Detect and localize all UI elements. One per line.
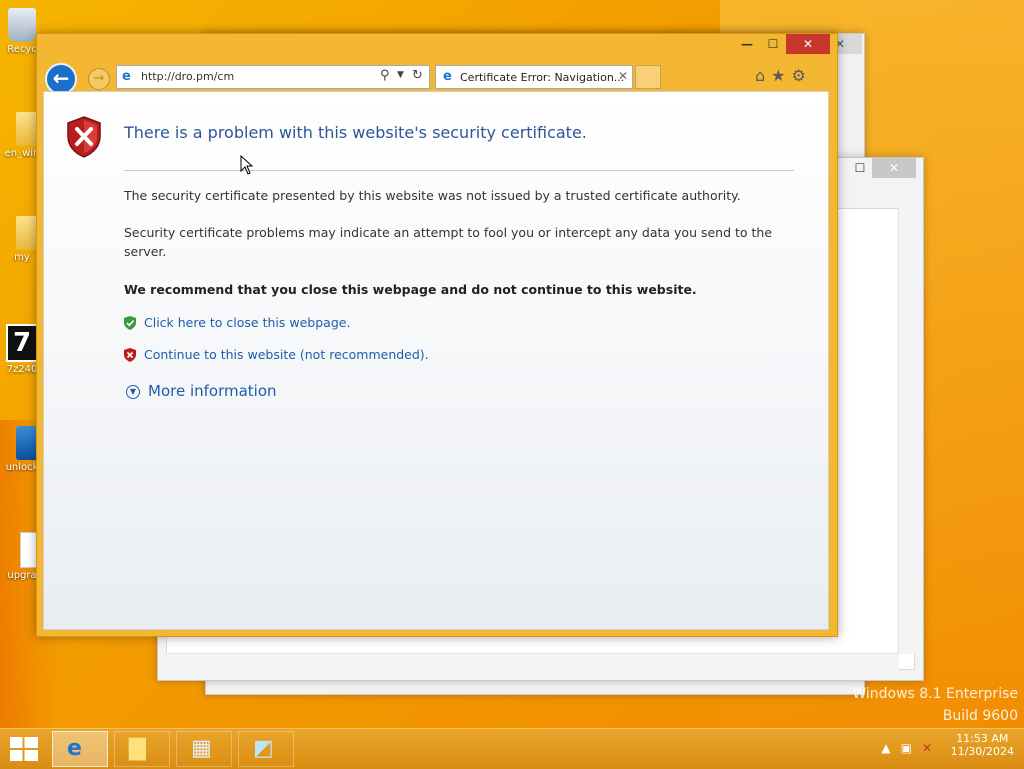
folder-icon: ▇ — [129, 736, 146, 761]
shield-error-small-icon — [124, 348, 136, 362]
more-information-toggle[interactable]: ▼ More information — [126, 382, 277, 400]
bg-window-1-vertical-scrollbar[interactable] — [898, 208, 915, 654]
settings-icon[interactable]: ⚙ — [792, 66, 806, 85]
watermark-edition: Windows 8.1 Enterprise — [852, 686, 1018, 702]
ie-tab-icon: e — [443, 69, 452, 84]
divider — [124, 170, 794, 171]
bg-window-1-close-button[interactable]: ✕ — [872, 158, 916, 178]
forward-icon[interactable]: → — [88, 68, 110, 90]
more-information-label: More information — [148, 382, 277, 400]
recycle-bin-icon — [8, 8, 36, 42]
7zip-icon: 7 — [6, 324, 38, 362]
chevron-down-icon[interactable]: ▼ — [397, 70, 404, 80]
watermark-build: Build 9600 — [942, 708, 1018, 724]
refresh-icon[interactable]: ↻ — [412, 68, 423, 83]
continue-website-link[interactable]: Continue to this website (not recommende… — [144, 347, 429, 362]
address-bar[interactable]: e http://dro.pm/cm ⚲ ▼ ↻ — [116, 65, 430, 89]
favorites-icon[interactable]: ★ — [771, 66, 785, 85]
page-content: There is a problem with this website's s… — [43, 91, 829, 630]
shield-check-icon — [124, 316, 136, 330]
home-icon[interactable]: ⌂ — [755, 66, 765, 85]
unlock-app-icon — [16, 426, 38, 460]
shield-error-icon — [67, 116, 101, 158]
taskbar-task-manager[interactable]: ▦ — [176, 731, 232, 767]
windows-start-icon[interactable] — [10, 737, 38, 761]
tab-close-icon[interactable]: ✕ — [618, 69, 628, 83]
taskbar-file-explorer[interactable]: ▇ — [114, 731, 170, 767]
system-tray-icons: ▲ ▣ ✕ — [871, 741, 932, 755]
tab-certificate-error[interactable]: e Certificate Error: Navigation... ✕ — [435, 65, 633, 89]
notepad-icon: ◩ — [253, 736, 274, 761]
clock-date: 11/30/2024 — [950, 745, 1014, 758]
ie-page-icon: e — [122, 69, 131, 84]
bg-window-1-horizontal-scrollbar[interactable] — [166, 653, 899, 670]
address-url[interactable]: http://dro.pm/cm — [141, 70, 234, 83]
internet-explorer-icon: e — [67, 736, 82, 761]
toolbar-icons: ⌂ ★ ⚙ — [755, 66, 812, 85]
minimize-button[interactable]: — — [734, 34, 760, 54]
page-title: There is a problem with this website's s… — [124, 123, 587, 142]
maximize-button[interactable]: ☐ — [760, 34, 786, 54]
paragraph-certificate-issuer: The security certificate presented by th… — [124, 188, 741, 203]
taskbar-app[interactable]: ◩ — [238, 731, 294, 767]
network-icon[interactable]: ▣ — [901, 741, 912, 755]
tab-title: Certificate Error: Navigation... — [460, 71, 625, 84]
taskbar: e ▇ ▦ ◩ ▲ ▣ ✕ 11:53 AM 11/30/2024 — [0, 728, 1024, 769]
clock-time: 11:53 AM — [956, 732, 1009, 745]
close-button[interactable]: ✕ — [786, 34, 830, 54]
folder-icon — [16, 112, 38, 146]
internet-explorer-window[interactable]: — ☐ ✕ ← → e http://dro.pm/cm ⚲ ▼ ↻ e Cer… — [36, 33, 838, 637]
expand-icon: ▼ — [126, 384, 140, 399]
paragraph-security-warning: Security certificate problems may indica… — [124, 225, 773, 259]
new-tab-button[interactable] — [635, 65, 661, 89]
folder-icon — [16, 216, 38, 250]
volume-muted-icon[interactable]: ✕ — [922, 741, 932, 755]
taskbar-internet-explorer[interactable]: e — [52, 731, 108, 767]
close-webpage-link[interactable]: Click here to close this webpage. — [144, 315, 350, 330]
chevron-up-icon[interactable]: ▲ — [881, 741, 890, 755]
recommendation-text: We recommend that you close this webpage… — [124, 282, 697, 297]
search-icon[interactable]: ⚲ — [380, 68, 390, 83]
mouse-cursor-icon — [240, 155, 254, 175]
clock[interactable]: 11:53 AM 11/30/2024 — [951, 732, 1014, 758]
windows-watermark: Windows 8.1 Enterprise Build 9600 — [852, 683, 1018, 727]
monitor-chart-icon: ▦ — [191, 736, 212, 761]
bg-window-1-maximize-button[interactable]: ☐ — [848, 158, 872, 178]
